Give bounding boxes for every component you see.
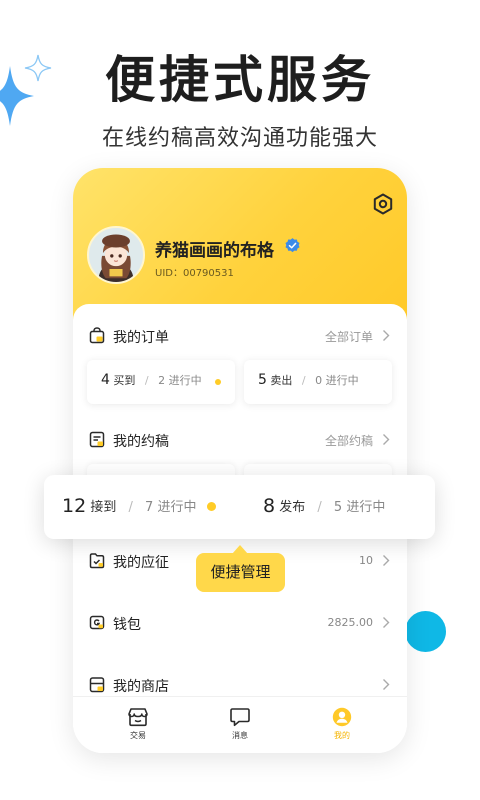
tab-label: 我的 — [334, 731, 350, 740]
chevron-right-icon — [383, 330, 390, 341]
received-label: 接到 — [90, 500, 117, 515]
separator: / — [317, 500, 322, 515]
posted-active-count: 5 — [333, 500, 343, 515]
chevron-right-icon — [383, 679, 390, 690]
shopping-bag-icon — [89, 327, 105, 344]
posted-active-label: 进行中 — [346, 500, 386, 515]
bought-stat: 4 买到 / 2 进行中 — [101, 372, 202, 388]
shop-icon — [128, 708, 148, 727]
settings-icon[interactable] — [372, 193, 394, 215]
bought-count: 4 — [101, 372, 110, 388]
promo-subtitle: 在线约稿高效沟通功能强大 — [101, 126, 378, 151]
sold-count: 5 — [258, 372, 267, 388]
profile-icon — [332, 707, 352, 727]
chat-icon — [230, 708, 250, 727]
separator: / — [128, 500, 133, 515]
bottom-tab-bar: 交易 消息 我的 — [73, 696, 407, 753]
posted-count: 8 — [263, 495, 276, 517]
applications-label: 我的应征 — [113, 555, 169, 571]
status-dot — [215, 379, 221, 385]
tab-trade[interactable]: 交易 — [108, 707, 168, 741]
chevron-right-icon — [383, 434, 390, 445]
wallet-balance: 2825.00 — [327, 616, 374, 629]
sold-stat: 5 卖出 / 0 进行中 — [258, 372, 359, 388]
status-dot — [207, 502, 216, 511]
posted-label: 发布 — [279, 500, 306, 515]
menu-row-commissions[interactable]: 我的约稿 全部约稿 — [73, 420, 407, 460]
tooltip: 便捷管理 — [196, 553, 285, 592]
username: 养猫画画的布格 — [155, 241, 274, 261]
avatar[interactable] — [87, 226, 145, 284]
sold-stat-card[interactable]: 5 卖出 / 0 进行中 — [244, 360, 392, 404]
applications-count: 10 — [359, 554, 373, 567]
store-icon — [89, 677, 105, 693]
verified-icon — [285, 238, 300, 253]
tab-messages[interactable]: 消息 — [210, 707, 270, 741]
promo-title: 便捷式服务 — [105, 51, 375, 109]
commission-stats-card[interactable]: 12 接到 / 7 进行中 8 发布 / 5 进行中 — [44, 475, 435, 539]
phone-mockup: 养猫画画的布格 UID：00790531 我的订单 全部订单 4 买到 / 2 … — [73, 168, 407, 753]
orders-label: 我的订单 — [113, 330, 169, 346]
received-active-count: 7 — [145, 500, 154, 515]
all-orders-link[interactable]: 全部订单 — [325, 328, 373, 345]
bought-stat-card[interactable]: 4 买到 / 2 进行中 — [87, 360, 235, 404]
separator: / — [301, 374, 306, 387]
bought-label: 买到 — [113, 374, 136, 387]
menu-row-orders[interactable]: 我的订单 全部订单 — [73, 316, 407, 356]
received-active-label: 进行中 — [157, 500, 197, 515]
shop-label: 我的商店 — [113, 679, 169, 695]
received-stat: 12 接到 / 7 进行中 — [62, 495, 196, 517]
commissions-label: 我的约稿 — [113, 434, 169, 450]
chevron-right-icon — [383, 617, 390, 628]
sold-label: 卖出 — [270, 374, 293, 387]
tab-label: 交易 — [130, 731, 146, 740]
sold-active: 0 进行中 — [315, 374, 359, 387]
decorative-blue-circle — [405, 611, 446, 652]
separator: / — [144, 374, 149, 387]
user-id: UID：00790531 — [155, 268, 234, 279]
chevron-right-icon — [383, 555, 390, 566]
wallet-label: 钱包 — [113, 617, 141, 633]
avatar-illustration — [89, 228, 143, 282]
received-count: 12 — [62, 495, 87, 517]
wallet-icon — [89, 615, 105, 630]
tab-profile[interactable]: 我的 — [312, 707, 372, 741]
posted-stat: 8 发布 / 5 进行中 — [263, 495, 385, 517]
document-icon — [89, 431, 105, 448]
tab-label: 消息 — [232, 731, 248, 740]
check-folder-icon — [89, 553, 105, 569]
menu-row-wallet[interactable]: 钱包 2825.00 — [73, 603, 407, 643]
bought-active: 2 进行中 — [158, 374, 202, 387]
all-commissions-link[interactable]: 全部约稿 — [325, 432, 373, 449]
